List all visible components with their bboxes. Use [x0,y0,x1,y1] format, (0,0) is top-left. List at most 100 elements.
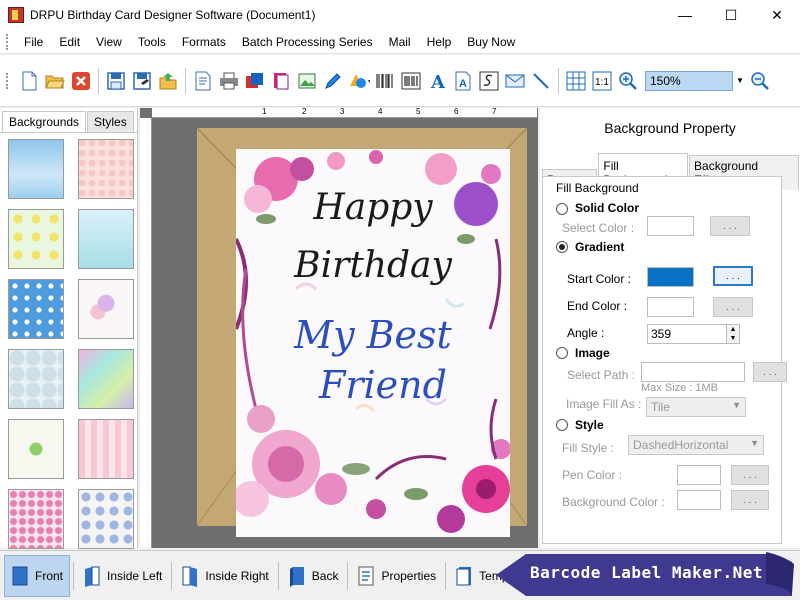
close-doc-icon[interactable] [70,70,92,92]
export-icon[interactable] [157,70,179,92]
zoom-combo[interactable]: 150% [645,70,733,91]
open-icon[interactable] [44,70,66,92]
start-color-swatch[interactable] [647,267,694,287]
background-thumbnail[interactable] [8,349,64,409]
actual-size-icon[interactable]: 1:1 [591,70,613,92]
image-path-button[interactable]: . . . [753,362,787,382]
end-color-swatch[interactable] [647,297,694,317]
barcode2-icon[interactable] [400,70,422,92]
text-icon[interactable]: A [426,70,448,92]
ruler-mark: 4 [378,107,383,116]
pen-icon[interactable] [322,70,344,92]
menu-mail[interactable]: Mail [381,35,419,49]
print-preview-icon[interactable] [192,70,214,92]
zoom-in-icon[interactable] [617,70,639,92]
menu-edit[interactable]: Edit [51,35,88,49]
birthday-card[interactable]: Happy Birthday My Best Friend [236,149,510,537]
chevron-down-icon[interactable]: ▼ [733,71,747,91]
card-line-happy[interactable]: Happy [236,187,510,228]
menu-bar: File Edit View Tools Formats Batch Proce… [0,30,800,54]
chevron-down-icon: ▼ [750,438,759,448]
background-thumbnail[interactable] [8,209,64,269]
card-line-friend[interactable]: Friend [246,363,510,407]
window-title: DRPU Birthday Card Designer Software (Do… [30,8,316,22]
mail-icon[interactable] [504,70,526,92]
back-page-icon [289,566,304,587]
save-as-icon[interactable] [131,70,153,92]
menu-batch-processing[interactable]: Batch Processing Series [234,35,381,49]
background-thumbnail[interactable] [78,349,134,409]
pen-color-button[interactable]: . . . [731,465,769,485]
menu-file[interactable]: File [16,35,51,49]
end-color-button[interactable]: . . . [713,297,753,317]
image-radio[interactable] [556,347,568,359]
background-thumbnail[interactable] [8,489,64,549]
maximize-button[interactable]: ☐ [708,0,754,30]
select-color-swatch[interactable] [647,216,694,236]
tab-styles[interactable]: Styles [87,111,134,132]
minimize-button[interactable]: — [662,0,708,30]
pen-color-swatch[interactable] [677,465,721,485]
barcode-icon[interactable] [374,70,396,92]
menu-grip [6,33,10,50]
menu-formats[interactable]: Formats [174,35,234,49]
solid-color-radio[interactable] [556,203,568,215]
ruler-mark: 6 [454,107,459,116]
tab-inside-right[interactable]: Inside Right [175,555,274,597]
new-icon[interactable] [18,70,40,92]
background-thumbnail[interactable] [8,419,64,479]
panel-title: Background Property [604,120,736,136]
gradient-radio[interactable] [556,241,568,253]
angle-input[interactable]: 359 [647,324,727,344]
background-thumbnail[interactable] [8,139,64,199]
shapes-icon[interactable] [348,70,370,92]
background-color-label: Background Color : [562,495,665,509]
tab-back[interactable]: Back [282,555,345,597]
start-color-button[interactable]: . . . [713,266,753,286]
grid-icon[interactable] [565,70,587,92]
background-thumbnail[interactable] [78,419,134,479]
background-thumbnail[interactable] [78,209,134,269]
svg-text:A: A [430,72,446,91]
background-thumbnail[interactable] [78,139,134,199]
style-radio[interactable] [556,419,568,431]
menu-view[interactable]: View [88,35,130,49]
ruler-mark: 2 [302,107,307,116]
tab-separator [73,561,75,590]
end-color-label: End Color : [567,299,628,313]
close-button[interactable]: ✕ [754,0,800,30]
tab-front[interactable]: Front [4,554,71,597]
image-path-input[interactable] [641,362,745,382]
solid-color-label: Solid Color [575,201,639,215]
tab-inside-left[interactable]: Inside Left [77,555,168,597]
tab-backgrounds[interactable]: Backgrounds [2,111,87,132]
background-color-button[interactable]: . . . [731,490,769,510]
menu-help[interactable]: Help [419,35,460,49]
pages-icon[interactable] [270,70,292,92]
background-thumbnail[interactable] [78,489,134,549]
fill-style-combo[interactable]: DashedHorizontal ▼ [628,435,764,455]
select-color-button[interactable]: . . . [710,216,750,236]
angle-spinner[interactable]: ▲ ▼ [726,324,740,344]
zoom-out-icon[interactable] [749,70,771,92]
save-icon[interactable] [105,70,127,92]
layers-icon[interactable] [244,70,266,92]
background-color-swatch[interactable] [677,490,721,510]
inside-right-icon [182,566,198,587]
background-thumbnail[interactable] [8,279,64,339]
image-icon[interactable] [296,70,318,92]
image-fill-combo[interactable]: Tile ▼ [646,397,746,417]
card-line-my-best[interactable]: My Best [236,313,510,357]
card-line-birthday[interactable]: Birthday [236,245,510,286]
menu-tools[interactable]: Tools [130,35,174,49]
toolbar-separator [558,67,559,94]
print-icon[interactable] [218,70,240,92]
signature-icon[interactable] [478,70,500,92]
background-thumbnail[interactable] [78,279,134,339]
text-style-icon[interactable]: A [452,70,474,92]
ruler-mark: 5 [416,107,421,116]
tab-properties[interactable]: Properties [351,555,442,597]
start-color-label: Start Color : [567,272,632,286]
line-icon[interactable] [530,70,552,92]
menu-buy-now[interactable]: Buy Now [459,35,523,49]
